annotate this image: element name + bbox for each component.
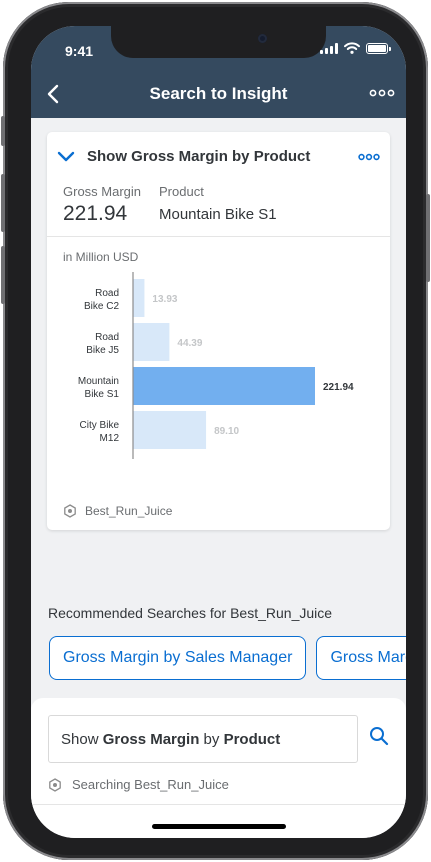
chart-bar[interactable] bbox=[133, 323, 170, 361]
card-divider bbox=[47, 236, 390, 237]
panel-divider bbox=[31, 804, 406, 805]
page-title: Search to Insight bbox=[149, 84, 288, 103]
volume-up-button bbox=[1, 174, 5, 232]
chart-value-label: 89.10 bbox=[214, 426, 239, 437]
insight-card: Show Gross Margin by Product Gross Margi… bbox=[47, 132, 390, 530]
ellipsis-icon bbox=[369, 89, 395, 97]
ellipsis-icon bbox=[358, 153, 380, 161]
card-header[interactable]: Show Gross Margin by Product bbox=[57, 148, 310, 165]
chart-bar[interactable] bbox=[133, 279, 145, 317]
status-icons bbox=[320, 42, 391, 54]
kpi-label-product: Product bbox=[159, 184, 204, 199]
search-panel: Show Gross Margin by Product Searching B… bbox=[31, 698, 406, 838]
chart-category-label: Road Bike J5 bbox=[86, 332, 119, 356]
kpi-label-gross-margin: Gross Margin bbox=[63, 184, 142, 199]
app-header: 9:41 Search to Insight bbox=[31, 26, 406, 118]
kpi-value-gross-margin: 221.94 bbox=[63, 202, 128, 225]
chart-category-label: City Bike M12 bbox=[80, 420, 120, 444]
recommended-searches-row: Gross Margin by Sales Manager Gross Marg… bbox=[49, 636, 406, 680]
home-indicator[interactable] bbox=[152, 824, 286, 829]
search-button[interactable] bbox=[369, 726, 389, 751]
kpi-value-product: Mountain Bike S1 bbox=[159, 206, 277, 223]
power-button bbox=[426, 194, 430, 282]
mute-switch bbox=[1, 116, 5, 146]
recommended-search-chip[interactable]: Gross Margin by Sales Manager bbox=[49, 636, 307, 680]
recommended-searches-title: Recommended Searches for Best_Run_Juice bbox=[48, 605, 333, 621]
cellular-signal-icon bbox=[320, 42, 338, 54]
chart-bar[interactable] bbox=[133, 411, 207, 449]
chart-value-label: 13.93 bbox=[152, 294, 177, 305]
card-footer-source: Best_Run_Juice bbox=[85, 504, 173, 518]
gross-margin-bar-chart: 13.93 Road Bike C2 44.39 Road Bike J5 221.94 Mo… bbox=[78, 272, 354, 459]
card-footer: Best_Run_Juice bbox=[63, 504, 172, 518]
search-status: Searching Best_Run_Juice bbox=[48, 777, 229, 792]
card-more-button[interactable] bbox=[358, 148, 380, 166]
search-query-measure: Gross Margin bbox=[102, 730, 200, 748]
card-title: Show Gross Margin by Product bbox=[87, 148, 311, 165]
chart-value-label: 44.39 bbox=[177, 338, 202, 349]
wifi-icon bbox=[344, 42, 360, 54]
header-more-button[interactable] bbox=[368, 83, 396, 103]
battery-icon bbox=[366, 42, 391, 54]
chart-category-label: Mountain Bike S1 bbox=[78, 376, 120, 400]
search-query-dimension: Product bbox=[223, 730, 281, 748]
camera-icon bbox=[258, 34, 267, 43]
notch bbox=[111, 26, 326, 58]
volume-down-button bbox=[1, 246, 5, 304]
search-input[interactable]: Show Gross Margin by Product bbox=[48, 715, 358, 763]
model-icon bbox=[49, 777, 61, 792]
search-query-connector: by bbox=[199, 730, 224, 748]
chart-bar[interactable] bbox=[133, 367, 315, 405]
model-icon bbox=[64, 504, 76, 518]
chart-category-label: Road Bike C2 bbox=[84, 288, 119, 312]
chart-unit-label: in Million USD bbox=[63, 250, 139, 264]
app-screen: 9:41 Search to Insight Show Gross Margin… bbox=[31, 26, 406, 838]
chart-value-label: 221.94 bbox=[323, 382, 354, 393]
recommended-search-chip[interactable]: Gross Margin bbox=[316, 636, 406, 680]
search-icon bbox=[370, 727, 389, 746]
status-time: 9:41 bbox=[65, 43, 94, 59]
chevron-down-icon[interactable] bbox=[57, 151, 75, 163]
phone-frame: 9:41 Search to Insight Show Gross Margin… bbox=[1, 2, 430, 860]
search-status-text: Searching Best_Run_Juice bbox=[72, 777, 229, 792]
search-query-prefix: Show bbox=[61, 730, 103, 748]
